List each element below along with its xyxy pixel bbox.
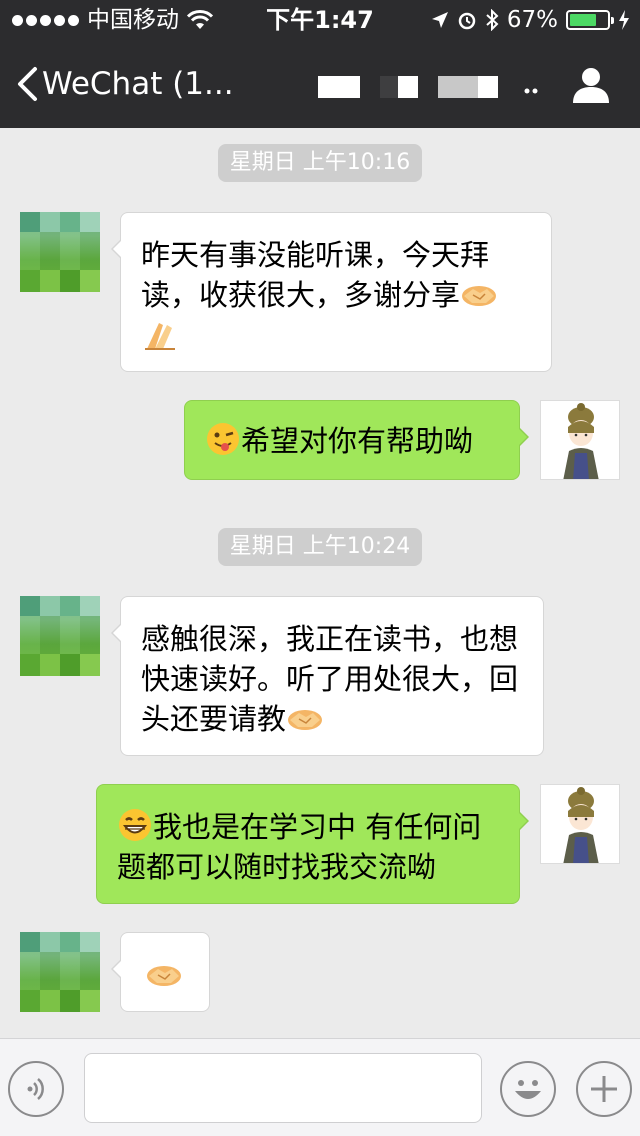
battery-icon (566, 10, 614, 30)
girl-avatar-illustration (541, 785, 619, 863)
message-text: 昨天有事没能听课，今天拜读，收获很大，多谢分享 (141, 238, 490, 312)
contact-avatar[interactable] (20, 596, 100, 676)
timestamp: 星期日 上午10:16 (0, 144, 640, 182)
contact-avatar[interactable] (20, 932, 100, 1012)
timestamp-label: 星期日 上午10:16 (217, 144, 423, 182)
message-text: 我也是在学习中 有任何问题都可以随时找我交流呦 (117, 810, 482, 884)
status-bar: 中国移动 下午1:47 67% (0, 0, 640, 40)
more-button[interactable] (576, 1061, 632, 1117)
chat-title-obscured (318, 76, 538, 98)
incoming-message-bubble[interactable] (111, 932, 210, 1012)
outgoing-message-bubble[interactable]: 希望对你有帮助呦 (184, 400, 529, 480)
wechat-chat-screen: 中国移动 下午1:47 67% WeChat (1... 星期日 上午10:16… (0, 0, 640, 1136)
timestamp-label: 星期日 上午10:24 (217, 528, 423, 566)
outgoing-message-bubble[interactable]: 我也是在学习中 有任何问题都可以随时找我交流呦 (96, 784, 529, 904)
person-icon (573, 68, 609, 103)
message-list[interactable]: 星期日 上午10:16 昨天有事没能听课，今天拜读，收获很大，多谢分享 希望对你… (0, 128, 640, 1038)
handshake-icon (147, 966, 181, 986)
my-avatar[interactable] (540, 784, 620, 864)
message-input[interactable] (84, 1053, 482, 1123)
alarm-icon (458, 12, 476, 30)
bluetooth-icon (486, 9, 499, 31)
status-right: 67% (431, 6, 630, 34)
chat-info-button[interactable] (572, 66, 610, 108)
emoji-button[interactable] (500, 1061, 556, 1117)
voice-icon (27, 1078, 44, 1100)
voice-button[interactable] (8, 1061, 64, 1117)
input-bar (0, 1038, 640, 1136)
chevron-left-icon (18, 67, 37, 101)
plus-icon (591, 1076, 617, 1102)
nav-bar: WeChat (1... (0, 40, 640, 128)
incoming-message-bubble[interactable]: 昨天有事没能听课，今天拜读，收获很大，多谢分享 (111, 212, 552, 372)
back-label: WeChat (1... (42, 66, 234, 102)
back-button[interactable]: WeChat (1... (16, 62, 234, 106)
incoming-message-bubble[interactable]: 感触很深，我正在读书，也想快速读好。听了用处很大，回头还要请教 (111, 596, 544, 756)
battery-percent: 67% (506, 7, 558, 33)
message-text: 希望对你有帮助呦 (241, 424, 474, 458)
handshake-icon (288, 710, 323, 730)
timestamp: 星期日 上午10:24 (0, 528, 640, 566)
charging-icon (619, 10, 629, 30)
wink-tongue-icon (207, 423, 239, 455)
my-avatar[interactable] (540, 400, 620, 480)
emoji-icon (515, 1080, 541, 1099)
contact-avatar[interactable] (20, 212, 100, 292)
location-icon (431, 12, 448, 28)
handshake-icon (462, 286, 497, 306)
message-text: 感触很深，我正在读书，也想快速读好。听了用处很大，回头还要请教 (141, 622, 519, 736)
clap-icon (145, 323, 175, 350)
grin-icon (119, 809, 151, 841)
girl-avatar-illustration (541, 401, 619, 479)
